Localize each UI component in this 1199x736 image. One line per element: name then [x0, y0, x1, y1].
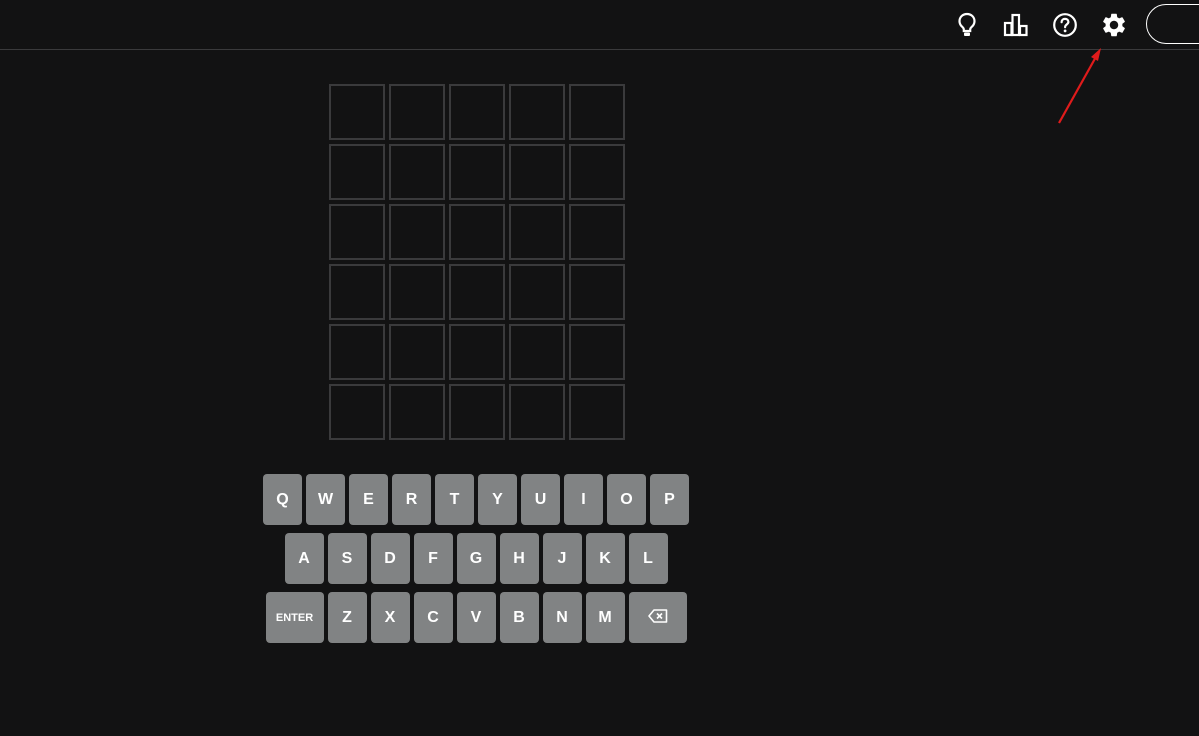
board-tile — [569, 204, 625, 260]
board-tile — [509, 264, 565, 320]
board-tile — [329, 204, 385, 260]
key-x[interactable]: X — [370, 592, 410, 643]
key-b[interactable]: B — [499, 592, 539, 643]
keyboard-row: QWERTYUIOP — [261, 474, 691, 525]
board-tile — [389, 84, 445, 140]
key-e[interactable]: E — [349, 474, 388, 525]
board-tile — [569, 384, 625, 440]
board-tile — [449, 264, 505, 320]
board-tile — [509, 84, 565, 140]
key-v[interactable]: V — [456, 592, 496, 643]
key-s[interactable]: S — [327, 533, 367, 584]
hint-button[interactable] — [952, 10, 982, 40]
key-l[interactable]: L — [628, 533, 668, 584]
game-page: Q W E R T Y U I O P A S D F G H J K L ENTER Z X C V B N M — [0, 0, 1199, 736]
annotation-arrow — [1058, 48, 1101, 124]
keyboard-row: ENTER Z X C V B N M — [261, 592, 691, 643]
on-screen-keyboard: Q W E R T Y U I O P A S D F G H J K L ENTER Z X C V B N M — [261, 474, 691, 651]
board-tile — [509, 384, 565, 440]
board-tile — [509, 204, 565, 260]
backspace-key[interactable] — [628, 592, 687, 643]
keyboard-row: ASDFGHJKL — [261, 533, 691, 584]
key-a[interactable]: A — [284, 533, 324, 584]
board-tile — [449, 324, 505, 380]
key-z[interactable]: Z — [327, 592, 367, 643]
key-q[interactable]: Q — [263, 474, 302, 525]
question-circle-icon — [1052, 12, 1078, 38]
key-f[interactable]: F — [413, 533, 453, 584]
key-j[interactable]: J — [542, 533, 582, 584]
stats-button[interactable] — [1001, 10, 1031, 40]
board-tile — [449, 84, 505, 140]
gear-icon — [1100, 11, 1128, 39]
key-n[interactable]: N — [542, 592, 582, 643]
game-board — [329, 84, 625, 440]
board-tile — [569, 84, 625, 140]
board-tile — [569, 324, 625, 380]
board-tile — [449, 384, 505, 440]
key-g[interactable]: G — [456, 533, 496, 584]
key-t[interactable]: T — [435, 474, 474, 525]
key-r[interactable]: R — [392, 474, 431, 525]
board-tile — [389, 324, 445, 380]
board-tile — [329, 324, 385, 380]
key-o[interactable]: O — [607, 474, 646, 525]
board-tile — [329, 84, 385, 140]
account-pill-button[interactable] — [1146, 4, 1199, 44]
board-tile — [569, 144, 625, 200]
key-m[interactable]: M — [585, 592, 625, 643]
board-tile — [389, 384, 445, 440]
board-tile — [329, 384, 385, 440]
board-tile — [449, 144, 505, 200]
board-tile — [389, 144, 445, 200]
key-w[interactable]: W — [306, 474, 345, 525]
board-tile — [389, 264, 445, 320]
key-i[interactable]: I — [564, 474, 603, 525]
key-k[interactable]: K — [585, 533, 625, 584]
help-button[interactable] — [1050, 10, 1080, 40]
key-p[interactable]: P — [650, 474, 689, 525]
key-u[interactable]: U — [521, 474, 560, 525]
key-c[interactable]: C — [413, 592, 453, 643]
lightbulb-icon — [955, 12, 979, 38]
board-tile — [509, 144, 565, 200]
board-tile — [569, 264, 625, 320]
top-bar — [0, 0, 1199, 50]
board-tile — [449, 204, 505, 260]
backspace-icon — [647, 609, 668, 626]
board-tile — [509, 324, 565, 380]
key-y[interactable]: Y — [478, 474, 517, 525]
board-tile — [389, 204, 445, 260]
key-d[interactable]: D — [370, 533, 410, 584]
enter-key[interactable]: ENTER — [265, 592, 324, 643]
settings-button[interactable] — [1099, 10, 1129, 40]
bar-chart-icon — [1003, 13, 1029, 37]
board-tile — [329, 144, 385, 200]
board-tile — [329, 264, 385, 320]
key-h[interactable]: H — [499, 533, 539, 584]
